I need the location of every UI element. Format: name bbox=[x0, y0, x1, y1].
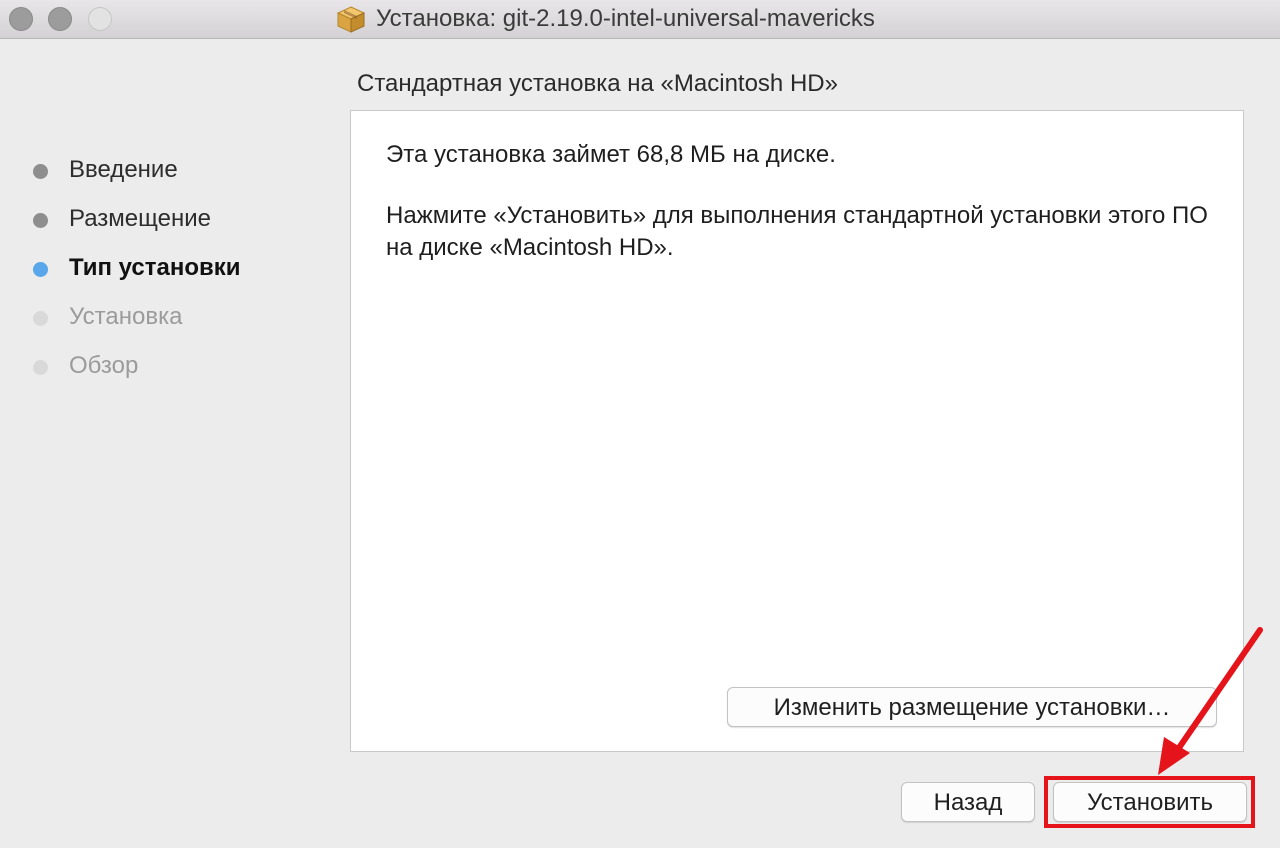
step-label: Тип установки bbox=[69, 254, 241, 281]
window-title-group: Установка: git-2.19.0-intel-universal-ma… bbox=[336, 3, 875, 35]
step-status-dot bbox=[33, 213, 48, 228]
step-status-dot bbox=[33, 164, 48, 179]
title-bar[interactable]: Установка: git-2.19.0-intel-universal-ma… bbox=[0, 0, 1280, 39]
section-title: Стандартная установка на «Macintosh HD» bbox=[357, 70, 838, 97]
step-item-destination: Размещение bbox=[0, 197, 340, 246]
close-window-button[interactable] bbox=[9, 7, 33, 31]
window-title: Установка: git-2.19.0-intel-universal-ma… bbox=[376, 5, 875, 32]
change-install-location-button[interactable]: Изменить размещение установки… bbox=[727, 687, 1217, 727]
step-label: Обзор bbox=[69, 352, 139, 379]
back-button[interactable]: Назад bbox=[901, 782, 1035, 822]
step-label: Размещение bbox=[69, 205, 211, 232]
step-label: Установка bbox=[69, 303, 183, 330]
annotation-arrow-icon bbox=[1158, 627, 1263, 775]
package-icon bbox=[336, 6, 366, 33]
step-item-summary: Обзор bbox=[0, 344, 340, 393]
step-item-introduction: Введение bbox=[0, 148, 340, 197]
step-status-dot bbox=[33, 360, 48, 375]
minimize-window-button[interactable] bbox=[48, 7, 72, 31]
installer-window: Установка: git-2.19.0-intel-universal-ma… bbox=[0, 0, 1280, 848]
step-item-installation: Установка bbox=[0, 295, 340, 344]
step-status-dot bbox=[33, 262, 48, 277]
content-panel: Эта установка займет 68,8 МБ на диске. Н… bbox=[350, 110, 1244, 752]
installer-steps-list: Введение Размещение Тип установки Устано… bbox=[0, 148, 340, 393]
step-label: Введение bbox=[69, 156, 178, 183]
disk-space-text: Эта установка займет 68,8 МБ на диске. bbox=[386, 141, 836, 168]
zoom-window-button[interactable] bbox=[88, 7, 112, 31]
step-status-dot bbox=[33, 311, 48, 326]
step-item-installation-type: Тип установки bbox=[0, 246, 340, 295]
install-instructions-text: Нажмите «Установить» для выполнения стан… bbox=[386, 202, 1208, 261]
